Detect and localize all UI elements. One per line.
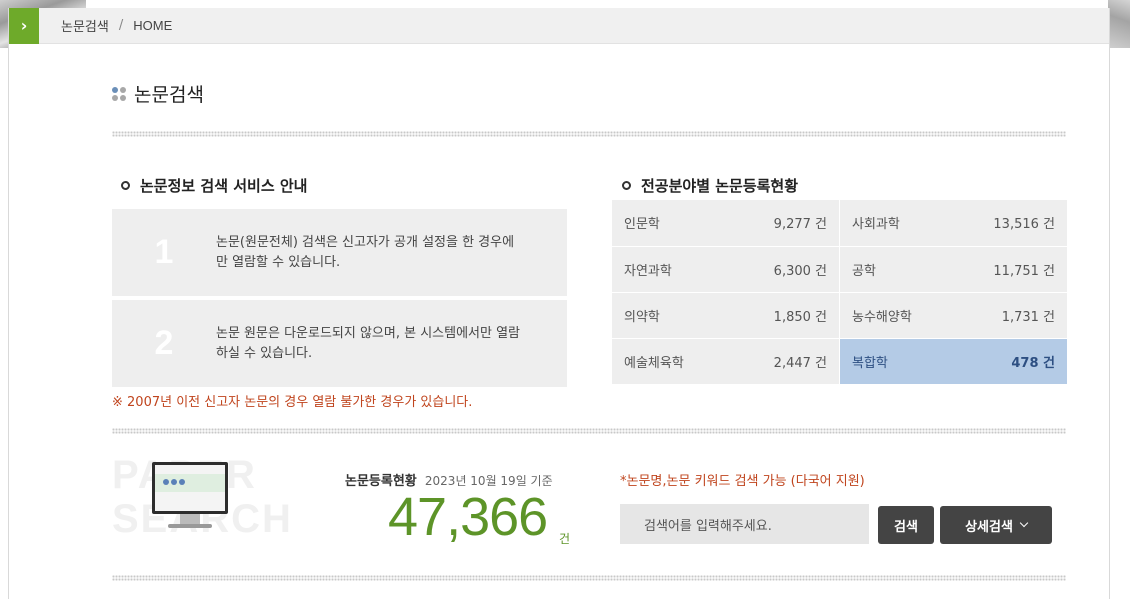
search-button[interactable]: 검색 bbox=[878, 506, 934, 544]
guide-item-text: 논문 원문은 다운로드되지 않으며, 본 시스템에서만 열람하실 수 있습니다. bbox=[216, 325, 521, 361]
decorative-background-right bbox=[1108, 0, 1130, 48]
guide-heading-text: 논문정보 검색 서비스 안내 bbox=[140, 177, 308, 195]
field-count: 6,300 건 bbox=[724, 246, 840, 293]
breadcrumb-home[interactable]: HOME bbox=[133, 18, 172, 33]
table-row: 인문학 9,277 건 사회과학 13,516 건 bbox=[612, 200, 1067, 247]
notice-text: ※ 2007년 이전 신고자 논문의 경우 열람 불가한 경우가 있습니다. bbox=[112, 395, 473, 410]
advanced-search-label: 상세검색 bbox=[965, 519, 1013, 535]
field-count: 1,850 건 bbox=[724, 292, 840, 339]
search-input[interactable]: 검색어를 입력해주세요. bbox=[620, 504, 869, 544]
chevron-right-icon[interactable]: › bbox=[9, 7, 39, 44]
stats-table: 인문학 9,277 건 사회과학 13,516 건 자연과학 6,300 건 공… bbox=[612, 200, 1067, 385]
field-count: 9,277 건 bbox=[724, 200, 840, 247]
search-button-label: 검색 bbox=[894, 519, 918, 535]
dots-icon bbox=[112, 86, 126, 101]
chevron-down-icon bbox=[1019, 518, 1029, 528]
field-name[interactable]: 사회과학 bbox=[839, 200, 952, 247]
field-count: 11,751 건 bbox=[951, 246, 1067, 293]
field-name[interactable]: 예술체육학 bbox=[612, 338, 725, 385]
circle-bullet-icon bbox=[121, 181, 130, 190]
registration-count: 47,366 bbox=[388, 487, 548, 547]
stats-heading: 전공분야별 논문등록현황 bbox=[622, 175, 798, 196]
field-count: 1,731 건 bbox=[951, 292, 1067, 339]
guide-item-1: 1 논문(원문전체) 검색은 신고자가 공개 설정을 한 경우에만 열람할 수 … bbox=[112, 209, 567, 296]
field-name-highlighted[interactable]: 복합학 bbox=[839, 338, 952, 385]
guide-item-2: 2 논문 원문은 다운로드되지 않으며, 본 시스템에서만 열람하실 수 있습니… bbox=[112, 300, 567, 387]
table-row: 자연과학 6,300 건 공학 11,751 건 bbox=[612, 246, 1067, 293]
field-name[interactable]: 인문학 bbox=[612, 200, 725, 247]
stats-heading-text: 전공분야별 논문등록현황 bbox=[641, 177, 799, 195]
field-count: 2,447 건 bbox=[724, 338, 840, 385]
guide-item-number: 1 bbox=[154, 233, 174, 271]
field-count: 13,516 건 bbox=[951, 200, 1067, 247]
field-name[interactable]: 자연과학 bbox=[612, 246, 725, 293]
guide-item-text: 논문(원문전체) 검색은 신고자가 공개 설정을 한 경우에만 열람할 수 있습… bbox=[216, 234, 515, 270]
breadcrumb-separator: / bbox=[118, 18, 124, 33]
monitor-illustration bbox=[152, 462, 228, 540]
table-row: 의약학 1,850 건 농수해양학 1,731 건 bbox=[612, 292, 1067, 339]
dotted-divider bbox=[112, 575, 1066, 581]
circle-bullet-icon bbox=[622, 181, 631, 190]
page-title: 논문검색 bbox=[134, 84, 204, 106]
registration-unit: 건 bbox=[559, 532, 571, 546]
page-title-block: 논문검색 bbox=[112, 80, 204, 107]
dotted-divider bbox=[112, 131, 1066, 137]
field-name[interactable]: 의약학 bbox=[612, 292, 725, 339]
field-count-highlighted: 478 건 bbox=[951, 338, 1067, 385]
guide-heading: 논문정보 검색 서비스 안내 bbox=[121, 175, 307, 196]
table-row: 예술체육학 2,447 건 복합학 478 건 bbox=[612, 338, 1067, 385]
field-name[interactable]: 공학 bbox=[839, 246, 952, 293]
guide-item-number: 2 bbox=[154, 324, 174, 362]
breadcrumb: › 논문검색 / HOME bbox=[9, 7, 1109, 44]
search-hint: *논문명,논문 키워드 검색 가능 (다국어 지원) bbox=[620, 474, 865, 489]
advanced-search-button[interactable]: 상세검색 bbox=[940, 506, 1052, 544]
dotted-divider bbox=[112, 428, 1066, 434]
breadcrumb-current[interactable]: 논문검색 bbox=[61, 16, 109, 35]
field-name[interactable]: 농수해양학 bbox=[839, 292, 952, 339]
